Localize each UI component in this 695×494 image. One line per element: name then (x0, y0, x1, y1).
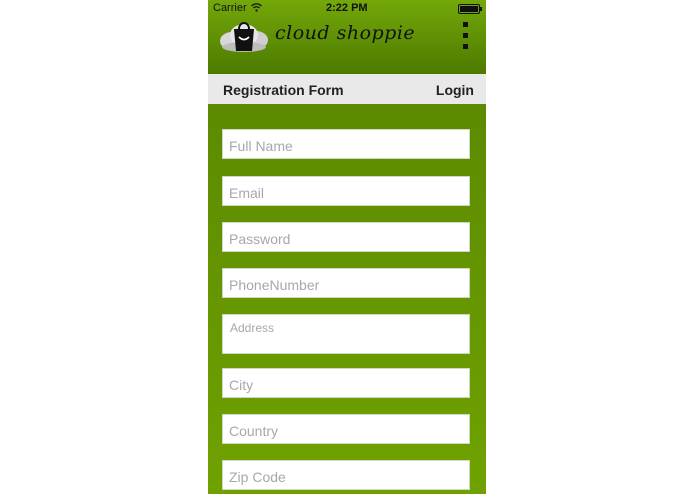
registration-form: Full Name Email Password PhoneNumber Add… (208, 104, 486, 494)
app-header: Carrier 2:22 PM cloud shoppie (208, 0, 486, 74)
carrier-label: Carrier (213, 2, 247, 14)
zip-code-field[interactable]: Zip Code (222, 460, 470, 490)
wifi-icon (251, 3, 262, 15)
shopping-bag-cloud-icon (220, 17, 268, 53)
phone-screen: Carrier 2:22 PM cloud shoppie Registrati… (208, 0, 486, 494)
clock-label: 2:22 PM (326, 2, 368, 14)
phone-number-field[interactable]: PhoneNumber (222, 268, 470, 298)
brand-name: cloud shoppie (275, 22, 416, 44)
password-field[interactable]: Password (222, 222, 470, 252)
form-tab-bar: Registration Form Login (208, 74, 486, 104)
more-vertical-icon[interactable] (462, 22, 470, 50)
email-field[interactable]: Email (222, 176, 470, 206)
tab-login[interactable]: Login (436, 82, 474, 98)
battery-icon (458, 4, 482, 14)
tab-registration-form[interactable]: Registration Form (223, 82, 344, 98)
city-field[interactable]: City (222, 368, 470, 398)
country-field[interactable]: Country (222, 414, 470, 444)
address-field[interactable]: Address (222, 314, 470, 354)
status-bar: Carrier 2:22 PM (208, 0, 486, 16)
full-name-field[interactable]: Full Name (222, 129, 470, 159)
